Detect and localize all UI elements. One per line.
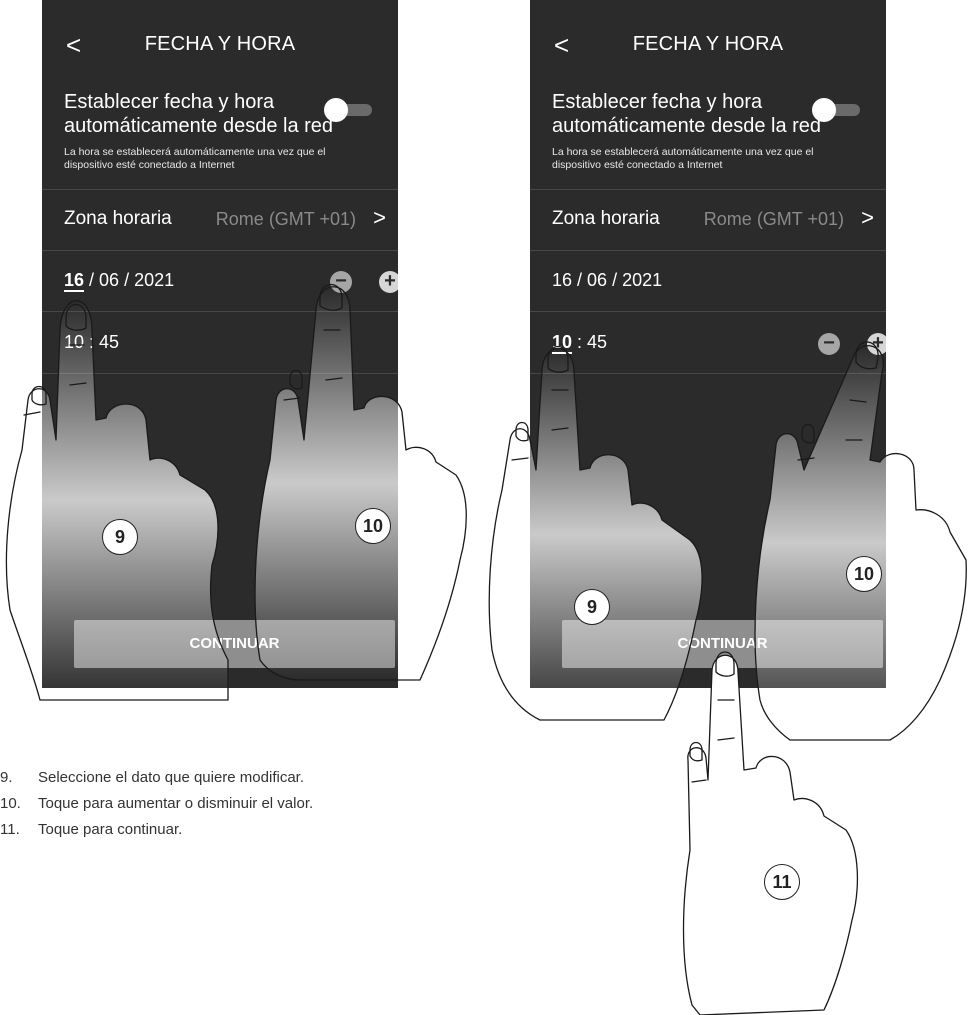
date-year[interactable]: 2021 [622, 270, 662, 290]
step-text: Toque para continuar. [38, 821, 183, 838]
chevron-right-icon: > [373, 205, 386, 230]
callout-9: 9 [574, 589, 610, 625]
auto-time-toggle[interactable] [324, 98, 378, 122]
time-hour[interactable]: 10 [552, 332, 573, 354]
minus-button[interactable]: − [818, 333, 840, 355]
date-day[interactable]: 16 [64, 270, 85, 292]
date-value: 16 / 06 / 2021 [64, 270, 174, 292]
time-value: 10 : 45 [64, 332, 119, 353]
plus-button[interactable]: + [379, 271, 398, 293]
time-value: 10 : 45 [552, 332, 607, 354]
date-row: 16 / 06 / 2021 − + [42, 252, 398, 310]
time-minute[interactable]: 45 [99, 332, 119, 352]
divider [42, 250, 398, 251]
date-separator: / [119, 270, 135, 290]
list-item: 10. Toque para aumentar o disminuir el va… [0, 791, 440, 817]
time-separator: : [84, 332, 100, 352]
auto-time-description: La hora se establecerá automáticamente u… [552, 146, 814, 171]
time-row: 10 : 45 − + [530, 314, 886, 372]
hand-pointer-icon [682, 651, 859, 1015]
divider [42, 373, 398, 374]
timezone-label: Zona horaria [552, 208, 660, 229]
timezone-label: Zona horaria [64, 208, 172, 229]
toggle-knob [812, 98, 836, 122]
callout-10: 10 [846, 556, 882, 592]
time-hour[interactable]: 10 [64, 332, 84, 352]
instruction-list: 9. Seleccione el dato que quiere modifica… [0, 765, 440, 843]
divider [530, 250, 886, 251]
divider [530, 373, 886, 374]
header: < FECHA Y HORA [530, 0, 886, 92]
continue-button[interactable]: CONTINUAR [74, 620, 395, 668]
date-year[interactable]: 2021 [134, 270, 174, 290]
callout-11: 11 [764, 864, 800, 900]
divider [42, 311, 398, 312]
minus-button[interactable]: − [330, 271, 352, 293]
list-item: 9. Seleccione el dato que quiere modifica… [0, 765, 440, 791]
auto-time-toggle[interactable] [812, 98, 866, 122]
auto-time-description: La hora se establecerá automáticamente u… [64, 146, 326, 171]
timezone-value: Rome (GMT +01) [215, 209, 356, 229]
list-item: 11. Toque para continuar. [0, 817, 440, 843]
step-number: 10. [0, 795, 21, 812]
time-row: 10 : 45 [42, 314, 398, 372]
chevron-right-icon: > [861, 205, 874, 230]
date-separator: / [607, 270, 623, 290]
continue-button[interactable]: CONTINUAR [562, 620, 883, 668]
device-screen-right: < FECHA Y HORA Establecer fecha y hora a… [530, 0, 886, 688]
date-separator: / [572, 270, 588, 290]
callout-10: 10 [355, 508, 391, 544]
step-text: Toque para aumentar o disminuir el valor… [38, 795, 314, 812]
timezone-row[interactable]: Zona horaria Rome (GMT +01) > [42, 190, 398, 250]
time-minute[interactable]: 45 [587, 332, 607, 352]
step-text: Seleccione el dato que quiere modificar. [38, 769, 305, 786]
date-day[interactable]: 16 [552, 270, 572, 290]
header: < FECHA Y HORA [42, 0, 398, 92]
date-row: 16 / 06 / 2021 [530, 252, 886, 310]
page-title: FECHA Y HORA [632, 33, 784, 55]
date-value: 16 / 06 / 2021 [552, 270, 662, 291]
timezone-value: Rome (GMT +01) [703, 209, 844, 229]
time-separator: : [572, 332, 588, 352]
auto-time-label: Establecer fecha y hora automáticamente … [64, 91, 334, 137]
divider [530, 311, 886, 312]
page-title: FECHA Y HORA [144, 33, 296, 55]
date-month[interactable]: 06 [587, 270, 607, 290]
step-number: 9. [0, 769, 13, 786]
date-month[interactable]: 06 [99, 270, 119, 290]
date-separator: / [84, 270, 100, 290]
device-screen-left: < FECHA Y HORA Establecer fecha y hora a… [42, 0, 398, 688]
callout-9: 9 [102, 519, 138, 555]
timezone-row[interactable]: Zona horaria Rome (GMT +01) > [530, 190, 886, 250]
step-number: 11. [0, 821, 20, 838]
toggle-knob [324, 98, 348, 122]
auto-time-label: Establecer fecha y hora automáticamente … [552, 91, 822, 137]
plus-button[interactable]: + [867, 333, 886, 355]
